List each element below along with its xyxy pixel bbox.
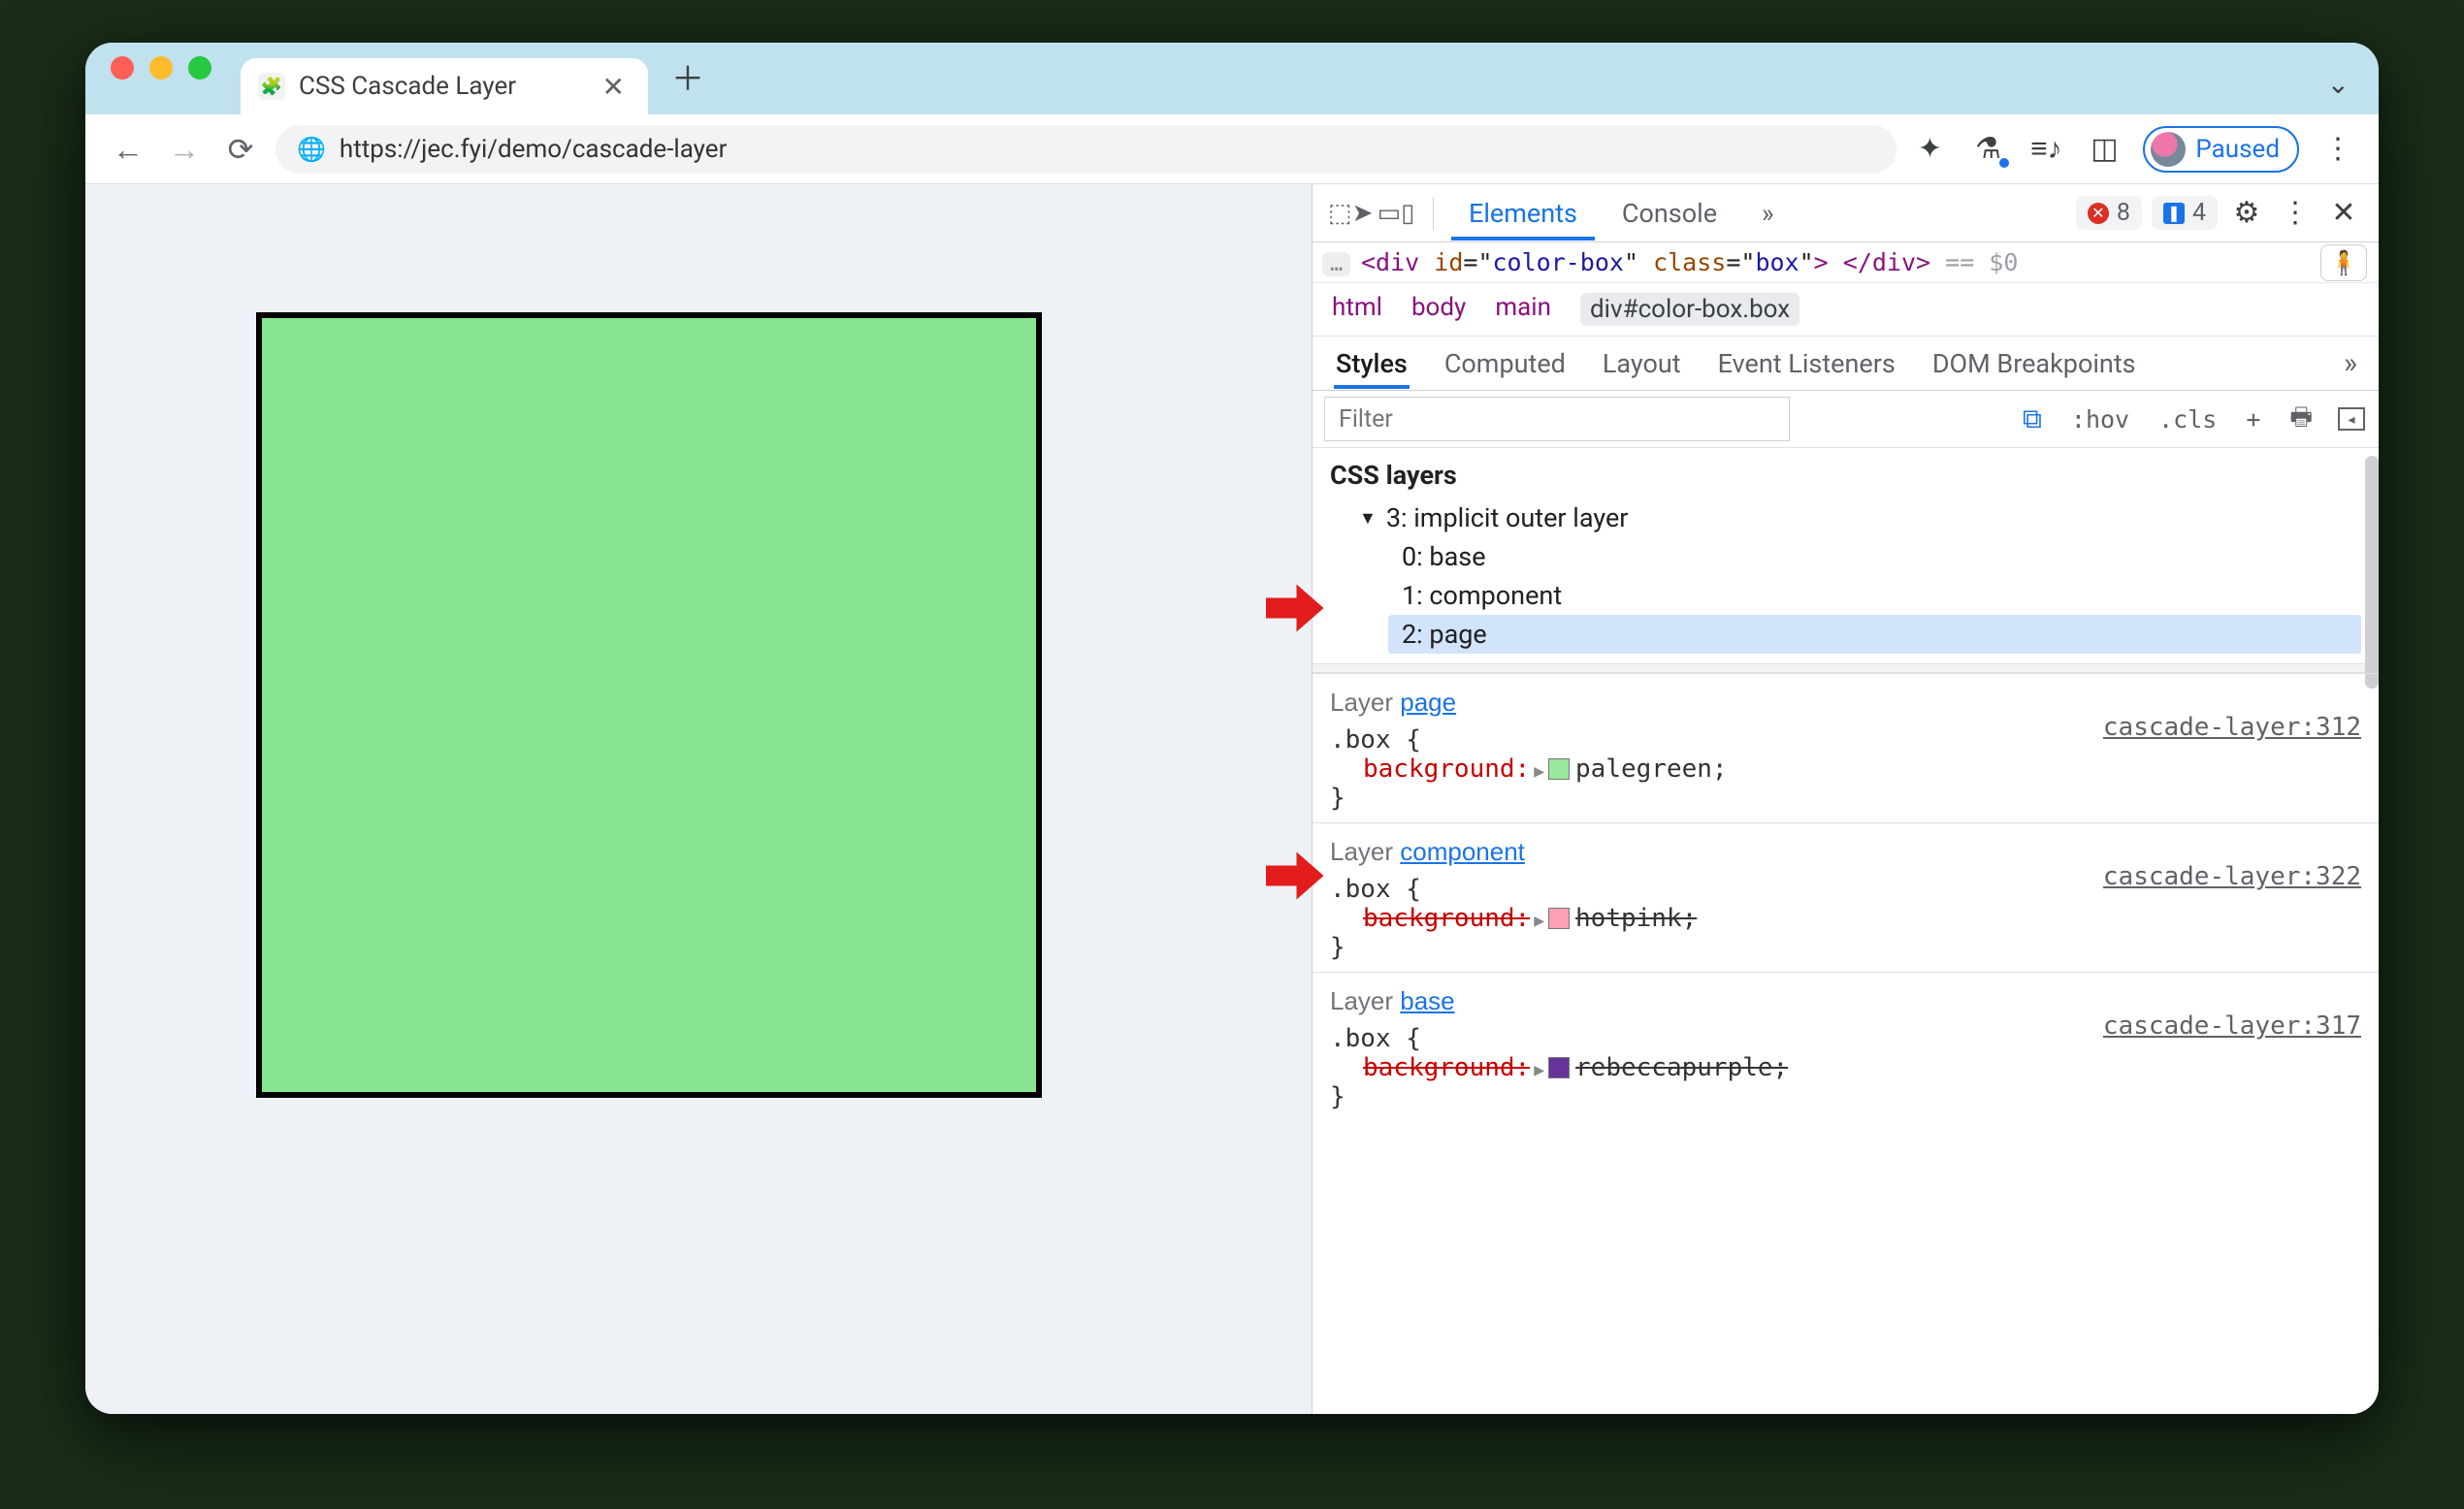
style-rule-block: Layer basecascade-layer:317.box {backgro… xyxy=(1313,972,2379,1121)
rule-declaration[interactable]: background:▶palegreen; xyxy=(1330,754,2361,784)
styles-subtabs: Styles Computed Layout Event Listeners D… xyxy=(1313,337,2379,391)
hov-toggle[interactable]: :hov xyxy=(2067,403,2133,435)
tabs-overflow-icon[interactable]: ⌄ xyxy=(2327,68,2350,100)
extensions-icon[interactable]: ✦ xyxy=(1910,132,1949,166)
html-tag: > </div> xyxy=(1814,248,1930,276)
media-icon[interactable]: ≡♪ xyxy=(2026,132,2065,166)
scrollbar-thumb[interactable] xyxy=(2365,456,2379,689)
selected-element-html[interactable]: … <div id="color-box" class="box"> </div… xyxy=(1313,242,2379,283)
layer-item[interactable]: 0: base xyxy=(1388,537,2361,576)
subtab-layout[interactable]: Layout xyxy=(1601,338,1683,389)
rule-source-link[interactable]: cascade-layer:322 xyxy=(2103,862,2361,891)
accessibility-icon[interactable]: 🧍 xyxy=(2320,244,2367,281)
tab-strip: 🧩 CSS Cascade Layer ✕ ＋ ⌄ xyxy=(85,43,2379,114)
css-layers-tree: 3: implicit outer layer 0: base 1: compo… xyxy=(1313,498,2379,663)
css-layers-heading: CSS layers xyxy=(1313,448,2379,498)
reload-button[interactable]: ⟳ xyxy=(219,131,262,168)
layer-item-selected[interactable]: 2: page xyxy=(1388,615,2361,654)
styles-pane: CSS layers 3: implicit outer layer 0: ba… xyxy=(1313,448,2379,1414)
minimize-window-button[interactable] xyxy=(149,56,173,80)
error-count-badge[interactable]: ✕8 xyxy=(2076,196,2142,230)
dollar-zero-hint: == $0 xyxy=(1945,248,2018,276)
subtab-styles[interactable]: Styles xyxy=(1334,338,1410,389)
rule-declaration[interactable]: background:▶hotpink; xyxy=(1330,904,2361,933)
browser-window: 🧩 CSS Cascade Layer ✕ ＋ ⌄ ← → ⟳ 🌐 https:… xyxy=(85,43,2379,1414)
back-button[interactable]: ← xyxy=(107,131,149,168)
subtabs-more-icon[interactable]: » xyxy=(2344,346,2357,380)
toolbar: ← → ⟳ 🌐 https://jec.fyi/demo/cascade-lay… xyxy=(85,114,2379,184)
browser-tab[interactable]: 🧩 CSS Cascade Layer ✕ xyxy=(241,58,648,114)
inspect-element-icon[interactable]: ⬚➤ xyxy=(1328,199,1367,228)
issues-count-badge[interactable]: ❚4 xyxy=(2152,196,2218,230)
element-ellipsis-icon[interactable]: … xyxy=(1322,252,1350,276)
subtab-event-listeners[interactable]: Event Listeners xyxy=(1716,338,1897,389)
tab-title: CSS Cascade Layer xyxy=(299,72,583,101)
subtab-computed[interactable]: Computed xyxy=(1443,338,1568,389)
rule-close-brace: } xyxy=(1330,933,2361,962)
profile-paused-chip[interactable]: Paused xyxy=(2143,126,2299,173)
labs-icon[interactable]: ⚗ xyxy=(1968,132,2007,166)
tabs-more-icon[interactable]: » xyxy=(1744,186,1792,241)
annotation-arrow-icon xyxy=(1259,574,1327,642)
tab-close-icon[interactable]: ✕ xyxy=(597,67,631,107)
layer-link[interactable]: component xyxy=(1400,837,1525,866)
layer-link[interactable]: base xyxy=(1400,986,1454,1015)
layer-parent[interactable]: 3: implicit outer layer xyxy=(1345,498,2361,537)
new-tab-button[interactable]: ＋ xyxy=(656,45,720,108)
device-toggle-icon[interactable]: ▭▯ xyxy=(1377,199,1415,228)
cls-toggle[interactable]: .cls xyxy=(2155,403,2221,435)
layers-toggle-icon[interactable]: ⧉ xyxy=(2019,401,2046,437)
paused-label: Paused xyxy=(2195,135,2280,164)
rule-declaration[interactable]: background:▶rebeccapurple; xyxy=(1330,1053,2361,1082)
rule-source-link[interactable]: cascade-layer:317 xyxy=(2103,1011,2361,1041)
rule-close-brace: } xyxy=(1330,784,2361,813)
tab-favicon: 🧩 xyxy=(258,73,285,100)
rule-close-brace: } xyxy=(1330,1082,2361,1111)
devtools-settings-icon[interactable]: ⚙ xyxy=(2227,196,2266,230)
html-attr-val: color-box xyxy=(1493,248,1624,276)
window-controls xyxy=(111,43,211,114)
toolbar-right: ✦ ⚗ ≡♪ ◫ Paused ⋮ xyxy=(1910,126,2357,173)
tab-console[interactable]: Console xyxy=(1605,186,1735,241)
divider xyxy=(1433,197,1434,230)
new-rule-button[interactable]: + xyxy=(2242,403,2264,435)
crumb-main[interactable]: main xyxy=(1495,293,1551,326)
html-attr-val: box xyxy=(1755,248,1799,276)
forward-button[interactable]: → xyxy=(163,131,206,168)
breadcrumb: html body main div#color-box.box xyxy=(1313,283,2379,337)
site-info-icon[interactable]: 🌐 xyxy=(297,136,326,163)
crumb-selected[interactable]: div#color-box.box xyxy=(1580,293,1799,326)
styles-filter-input[interactable] xyxy=(1324,397,1790,441)
menu-icon[interactable]: ⋮ xyxy=(2318,132,2357,166)
layer-link[interactable]: page xyxy=(1400,688,1456,717)
panel-icon[interactable]: ◫ xyxy=(2085,132,2124,166)
devtools-main-tabs: ⬚➤ ▭▯ Elements Console » ✕8 ❚4 ⚙ ⋮ ✕ xyxy=(1313,184,2379,242)
html-attr: id xyxy=(1434,248,1463,276)
annotation-arrow-icon xyxy=(1259,842,1327,910)
divider xyxy=(1313,663,2379,673)
style-rule-block: Layer pagecascade-layer:312.box {backgro… xyxy=(1313,673,2379,822)
devtools-close-icon[interactable]: ✕ xyxy=(2324,196,2363,230)
url-text: https://jec.fyi/demo/cascade-layer xyxy=(340,135,728,164)
styles-filter-row: ⧉ :hov .cls + 🖶 ◂ xyxy=(1313,391,2379,448)
print-media-icon[interactable]: 🖶 xyxy=(2286,397,2317,442)
layer-item[interactable]: 1: component xyxy=(1388,576,2361,615)
avatar-icon xyxy=(2151,132,2186,167)
address-bar[interactable]: 🌐 https://jec.fyi/demo/cascade-layer xyxy=(276,125,1897,174)
devtools-menu-icon[interactable]: ⋮ xyxy=(2276,196,2315,230)
html-tag: <div xyxy=(1361,248,1419,276)
close-window-button[interactable] xyxy=(111,56,134,80)
computed-toggle-icon[interactable]: ◂ xyxy=(2338,407,2365,431)
devtools-panel: ⬚➤ ▭▯ Elements Console » ✕8 ❚4 ⚙ ⋮ ✕ … <… xyxy=(1312,184,2379,1414)
color-box-demo xyxy=(256,312,1042,1098)
crumb-body[interactable]: body xyxy=(1411,293,1466,326)
page-viewport xyxy=(85,184,1312,1414)
crumb-html[interactable]: html xyxy=(1332,293,1382,326)
rule-source-link[interactable]: cascade-layer:312 xyxy=(2103,713,2361,742)
zoom-window-button[interactable] xyxy=(188,56,211,80)
style-rule-block: Layer componentcascade-layer:322.box {ba… xyxy=(1313,822,2379,972)
html-attr: class xyxy=(1653,248,1726,276)
subtab-dom-breakpoints[interactable]: DOM Breakpoints xyxy=(1930,338,2138,389)
tab-elements[interactable]: Elements xyxy=(1451,186,1595,241)
